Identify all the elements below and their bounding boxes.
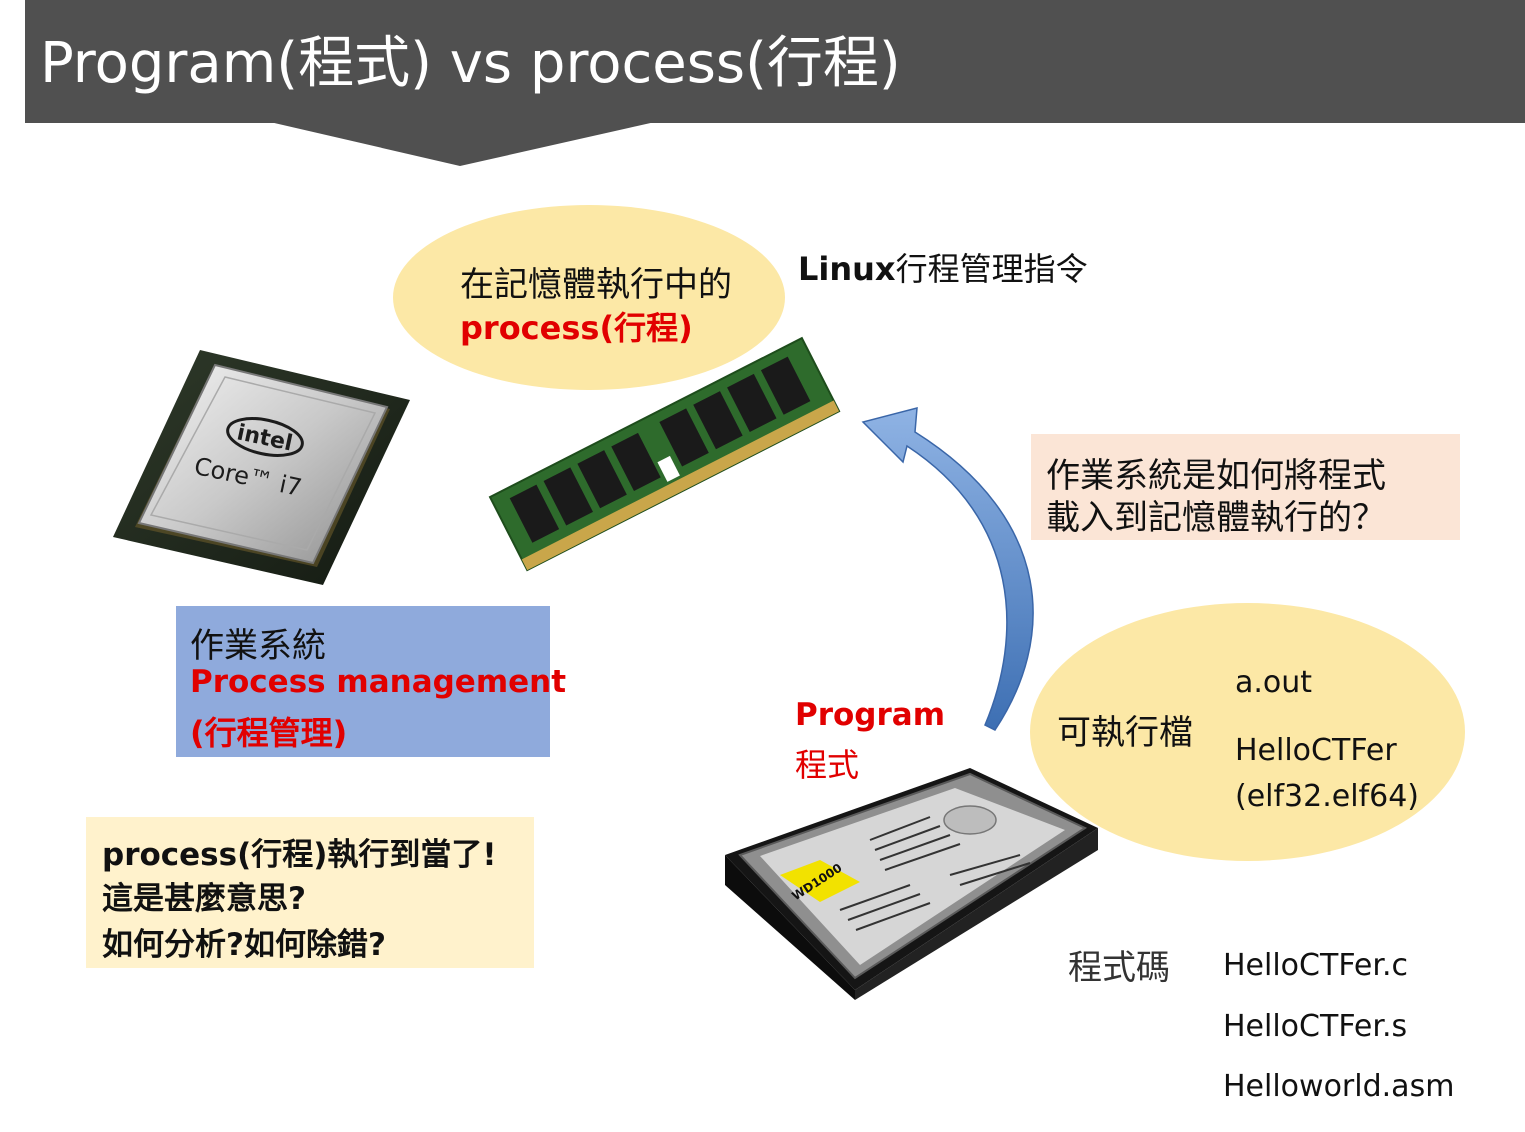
memory-process-text: process(行程) <box>460 309 693 347</box>
program-label-zh: 程式 <box>795 746 860 784</box>
source-file: HelloCTFer.c <box>1223 948 1408 983</box>
executable-file: HelloCTFer <box>1235 733 1397 768</box>
crash-text-2: 這是甚麼意思? <box>102 881 306 917</box>
crash-text-1: process(行程)執行到當了! <box>102 837 497 873</box>
source-file: HelloCTFer.s <box>1223 1009 1408 1044</box>
ram-image <box>488 336 841 572</box>
header-notch <box>270 122 655 166</box>
source-code-label: 程式碼 <box>1068 948 1170 988</box>
source-file: Helloworld.asm <box>1223 1069 1455 1104</box>
linux-process-commands: Linux行程管理指令 <box>798 250 1088 288</box>
executable-label: 可執行檔 <box>1057 713 1193 753</box>
load-arrow <box>861 407 1034 731</box>
os-process-management-zh: (行程管理) <box>190 714 348 752</box>
executable-file: a.out <box>1235 665 1313 700</box>
program-label: Program <box>795 697 946 733</box>
hard-disk-image: WD1000 <box>725 768 1098 1000</box>
cpu-image: intel Core™ i7 <box>113 350 410 585</box>
os-title: 作業系統 <box>190 626 326 666</box>
crash-text-3: 如何分析?如何除錯? <box>102 927 386 963</box>
os-process-management: Process management <box>190 664 567 700</box>
question-text-2: 載入到記憶體執行的？ <box>1046 498 1386 538</box>
executable-file: (elf32.elf64) <box>1235 779 1419 814</box>
page-title: Program(程式) vs process(行程) <box>40 31 901 96</box>
memory-text: 在記憶體執行中的 <box>460 265 732 305</box>
